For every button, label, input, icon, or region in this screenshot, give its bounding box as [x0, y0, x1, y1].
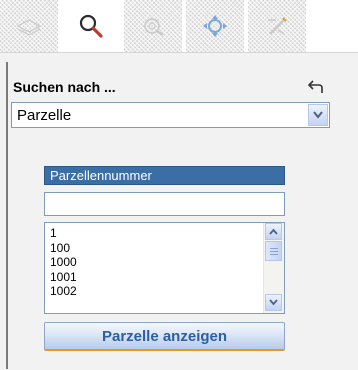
tab-tools[interactable]	[248, 0, 306, 52]
parcel-number-list[interactable]: 1 100 1000 1001 1002	[44, 222, 285, 314]
layers-icon	[16, 19, 42, 36]
scroll-down-icon[interactable]	[265, 294, 282, 311]
tab-identify[interactable]	[124, 0, 182, 52]
search-type-value: Parzelle	[17, 107, 72, 124]
tab-navigate[interactable]	[186, 0, 244, 52]
panel-border	[6, 62, 8, 369]
list-items: 1 100 1000 1001 1002	[50, 226, 77, 299]
list-item[interactable]: 1000	[50, 255, 77, 270]
search-type-select[interactable]: Parzelle	[11, 102, 330, 128]
scroll-up-icon[interactable]	[265, 223, 282, 240]
list-item[interactable]: 100	[50, 241, 77, 256]
scroll-thumb[interactable]	[265, 241, 282, 261]
search-icon	[79, 14, 103, 38]
list-item[interactable]: 1001	[50, 270, 77, 285]
tab-layers[interactable]	[0, 0, 58, 52]
list-item[interactable]: 1002	[50, 284, 77, 299]
list-scrollbar[interactable]	[263, 223, 284, 313]
move-icon	[203, 15, 227, 37]
show-parcel-button[interactable]: Parzelle anzeigen	[44, 322, 285, 351]
back-arrow-icon[interactable]	[307, 76, 327, 96]
parcel-number-label: Parzellennummer	[44, 166, 285, 185]
tab-bar	[0, 0, 358, 52]
search-heading: Suchen nach ...	[13, 79, 116, 95]
tab-search[interactable]	[62, 0, 120, 52]
tools-icon	[268, 17, 287, 35]
chevron-down-icon[interactable]	[308, 104, 328, 126]
list-item[interactable]: 1	[50, 226, 77, 241]
parcel-number-input[interactable]	[44, 192, 285, 216]
identify-icon	[144, 18, 164, 36]
